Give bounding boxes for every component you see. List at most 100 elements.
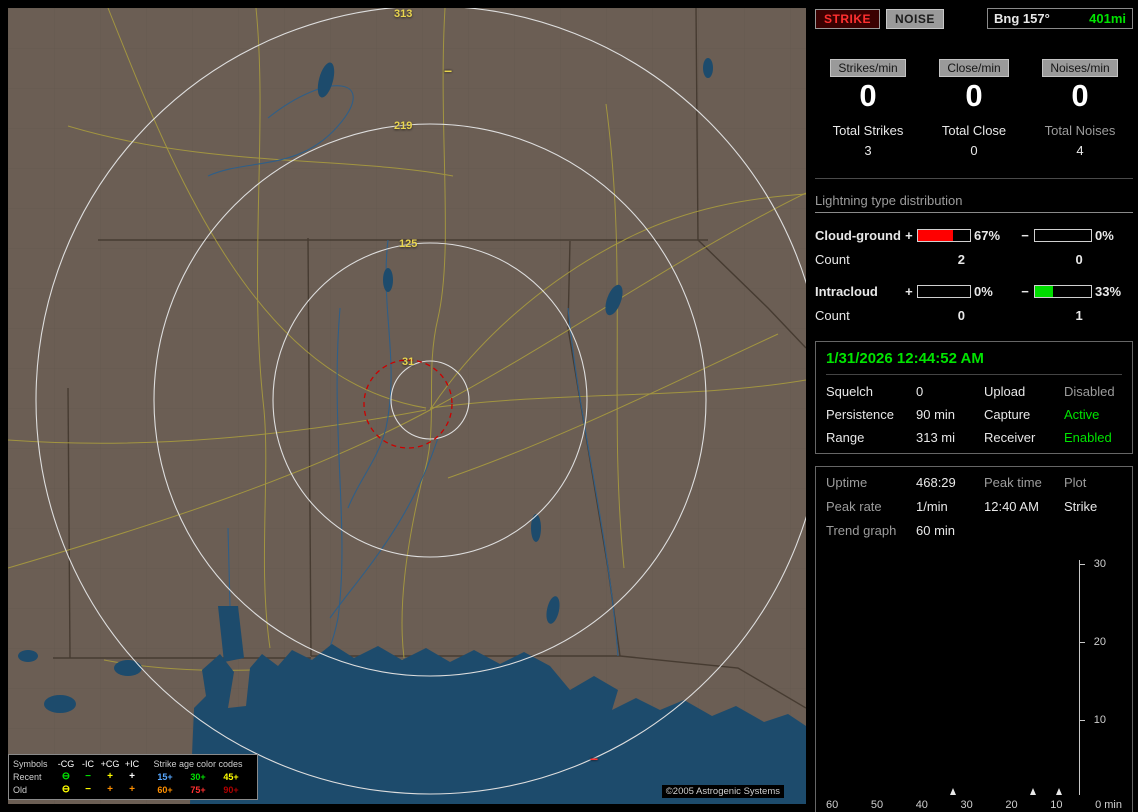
x-label-10: 10: [1050, 799, 1063, 811]
plot-label: Plot: [1064, 475, 1087, 490]
strike-symbol-icon: ⊖: [61, 784, 71, 795]
legend-row-label: Recent: [13, 771, 42, 782]
close-per-min-value: 0: [965, 78, 983, 113]
cg-plus-pct: 67%: [974, 227, 1001, 243]
total-strikes-value: 3: [864, 143, 872, 158]
trend-spike: [950, 788, 956, 795]
y-label-20: 20: [1093, 636, 1106, 648]
stats-box: Uptime 468:29 Peak time Plot Peak rate 1…: [815, 466, 1133, 812]
bearing-value: Bng 157°: [994, 11, 1050, 26]
legend-row-label: Old: [13, 784, 28, 795]
cg-plus-bar: [917, 228, 971, 242]
y-label-30: 30: [1093, 558, 1106, 570]
trend-spikes-layer: [826, 560, 1080, 795]
plot-value: Strike: [1064, 499, 1098, 514]
strike-symbol-icon: −: [85, 784, 91, 795]
lightning-distribution-section: Lightning type distribution Cloud-ground…: [815, 193, 1133, 327]
legend-col-pcg: +CG: [100, 758, 120, 769]
strike-symbol-icon: +: [107, 771, 113, 782]
ic-minus-count: 1: [1075, 307, 1083, 323]
cloud-ground-label: Cloud-ground: [815, 227, 901, 243]
current-datetime: 1/31/2026 12:44:52 AM: [826, 350, 1122, 375]
trend-spike: [1030, 788, 1037, 795]
plus-sign: +: [905, 227, 913, 243]
side-panel: STRIKE NOISE Bng 157° 401mi Strikes/min …: [815, 8, 1133, 812]
noises-per-min-column: Noises/min 0 Total Noises 4: [1027, 59, 1133, 158]
x-label-20: 20: [1005, 799, 1018, 811]
intracloud-row: Intracloud + 0% − 33%: [815, 279, 1133, 303]
receiver-status: Enabled: [1064, 430, 1112, 445]
noise-toggle-button[interactable]: NOISE: [886, 8, 944, 29]
rate-counters: Strikes/min 0 Total Strikes 3 Close/min …: [815, 59, 1133, 158]
close-per-min-label: Close/min: [939, 59, 1009, 77]
copyright-notice: ©2005 Astrogenic Systems: [661, 785, 784, 798]
bearing-range-value: 401mi: [1089, 11, 1126, 26]
cg-plus-bar-fill: [918, 229, 953, 241]
y-label-10: 10: [1093, 714, 1106, 726]
strike-toggle-button[interactable]: STRIKE: [815, 8, 881, 29]
age-code: 15+: [157, 771, 173, 782]
minus-sign: −: [1021, 227, 1029, 243]
intracloud-count-row: Count 0 1: [815, 303, 1133, 327]
trend-window-value: 60 min: [916, 523, 956, 538]
symbols-legend: Symbols -CG -IC +CG +IC Strike age color…: [8, 754, 258, 800]
x-label-60: 60: [826, 799, 839, 811]
plus-sign: +: [905, 283, 913, 299]
squelch-label: Squelch: [826, 384, 873, 399]
legend-rows: Recent ⊖ − + +15+ 30+ 45+ Old ⊖ − + +60+ 75+ 90+: [13, 770, 253, 796]
strikes-per-min-value: 0: [859, 78, 877, 113]
trend-graph-label: Trend graph: [826, 523, 897, 538]
noises-per-min-value: 0: [1071, 78, 1089, 113]
peak-time-label: Peak time: [984, 475, 1042, 490]
x-label-40: 40: [915, 799, 928, 811]
cg-plus-count: 2: [957, 251, 965, 267]
legend-age-title: Strike age color codes: [153, 758, 243, 769]
ic-minus-bar-fill: [1034, 285, 1054, 297]
cg-minus-pct: 0%: [1094, 227, 1114, 243]
distribution-title: Lightning type distribution: [815, 193, 1133, 213]
range-value: 313 mi: [916, 430, 956, 445]
x-label-0min: 0 min: [1095, 799, 1122, 811]
x-label-50: 50: [870, 799, 884, 811]
intracloud-label: Intracloud: [815, 283, 878, 299]
strike-symbol-icon: +: [129, 784, 135, 795]
upload-status: Disabled: [1064, 384, 1115, 399]
squelch-value: 0: [916, 384, 924, 399]
trend-spike: [1055, 788, 1062, 795]
persistence-label: Persistence: [826, 407, 894, 422]
ic-plus-count: 0: [957, 307, 965, 323]
ic-count-label: Count: [815, 307, 850, 323]
close-per-min-column: Close/min 0 Total Close 0: [921, 59, 1027, 158]
legend-col-ncg: -CG: [57, 758, 75, 769]
age-code: 60+: [157, 784, 173, 795]
strikes-per-min-label: Strikes/min: [830, 59, 906, 77]
total-strikes-label: Total Strikes: [832, 123, 904, 138]
age-code: 90+: [223, 784, 239, 795]
cg-minus-bar: [1033, 228, 1092, 242]
ring-label-31: 31: [402, 356, 415, 368]
strike-symbol-icon: −: [85, 771, 91, 782]
trend-chart: 30 20 10: [826, 558, 1122, 795]
persistence-value: 90 min: [916, 407, 956, 422]
total-close-value: 0: [970, 143, 978, 158]
stats-grid: Uptime 468:29 Peak time Plot Peak rate 1…: [826, 475, 1122, 538]
age-code: 75+: [190, 784, 206, 795]
legend-symbols-title: Symbols: [13, 758, 48, 769]
ring-label-125: 125: [399, 238, 418, 250]
ic-minus-pct: 33%: [1094, 283, 1122, 299]
settings-grid: Squelch 0 Upload Disabled Persistence 90…: [826, 384, 1122, 445]
lightning-map[interactable]: 313 219 125 31 − − Symbols -CG -IC +CG +I…: [8, 8, 806, 804]
legend-header: Symbols -CG -IC +CG +IC Strike age color…: [13, 757, 253, 770]
trend-x-axis-labels: 60 50 40 30 20 10 0 min: [826, 799, 1122, 811]
peak-rate-label: Peak rate: [826, 499, 882, 514]
legend-col-nic: -IC: [82, 758, 94, 769]
range-label: Range: [826, 430, 865, 445]
capture-status: Active: [1064, 407, 1100, 422]
uptime-value: 468:29: [916, 475, 956, 490]
uptime-label: Uptime: [826, 475, 868, 490]
cloud-ground-count-row: Count 2 0: [815, 247, 1133, 271]
legend-row: Recent ⊖ − + +15+ 30+ 45+: [13, 770, 253, 783]
ic-plus-pct: 0%: [974, 283, 993, 299]
strike-symbol-icon: +: [129, 771, 135, 782]
age-code: 45+: [223, 771, 239, 782]
